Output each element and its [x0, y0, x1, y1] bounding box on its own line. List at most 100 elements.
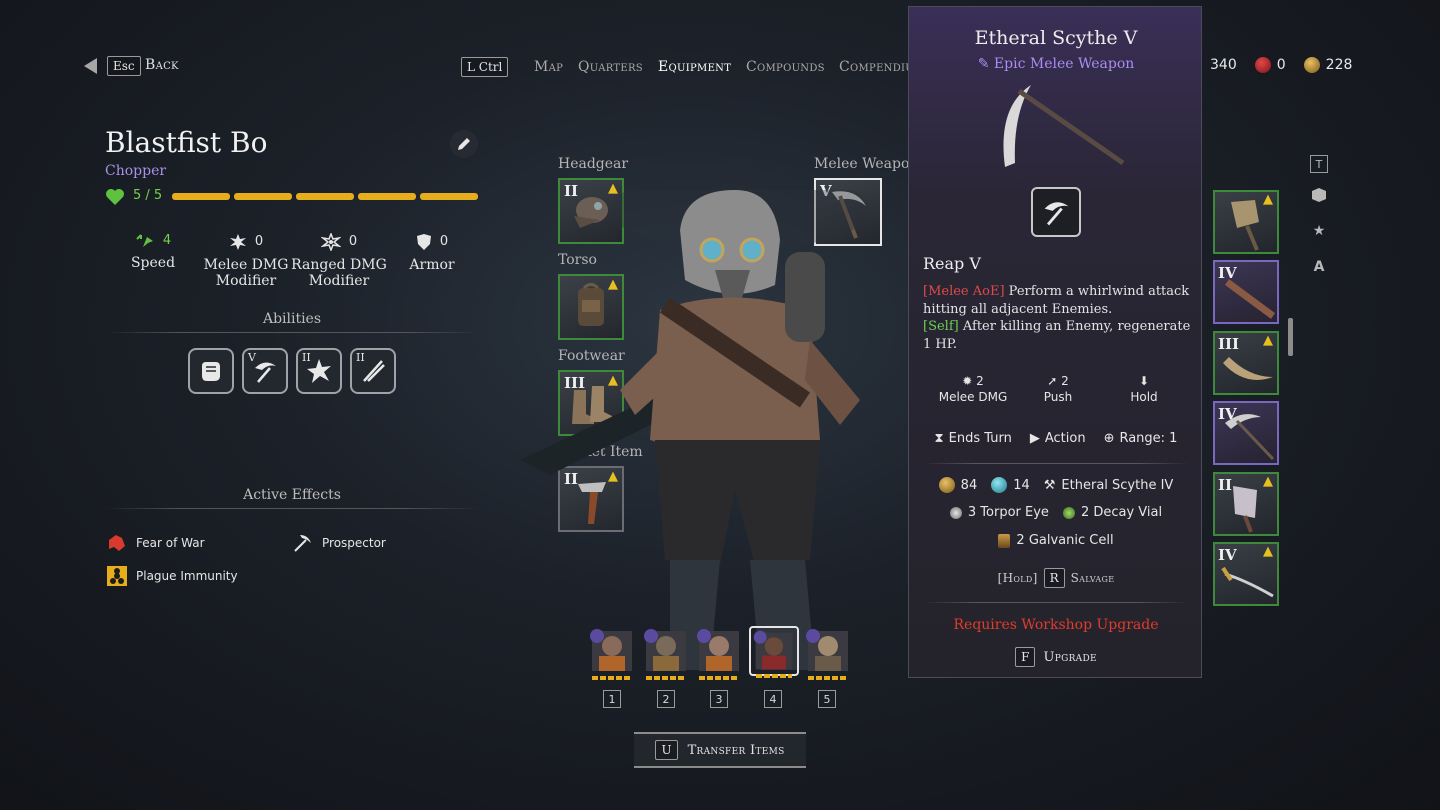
transfer-items-button[interactable]: U Transfer Items [634, 732, 806, 768]
flag-range: ⊕ Range: 1 [1104, 431, 1178, 446]
currency-bar: 340 0 228 [1210, 57, 1352, 73]
stat-speed: 4 Speed [105, 233, 201, 271]
item-title: Etheral Scythe V [974, 27, 1138, 49]
coin-value: 340 [1210, 57, 1237, 73]
upgrade-available-icon: ▲ [1263, 333, 1273, 348]
nav-quarters[interactable]: Quarters [578, 59, 643, 75]
salvage-hold-hint: [Hold] [997, 571, 1038, 585]
nav-equipment[interactable]: Equipment [658, 59, 731, 75]
stat-label: Speed [130, 255, 176, 271]
stat-label: Ranged DMG [291, 257, 387, 273]
party-key-5: 5 [818, 690, 836, 708]
effect-label: Fear of War [136, 536, 205, 550]
currency-coins: 340 [1210, 57, 1237, 73]
abilities-title: Abilities [262, 311, 322, 327]
divider [923, 463, 1189, 464]
ability-slot-3[interactable]: II [296, 348, 342, 394]
scrap-value: 228 [1325, 57, 1353, 73]
flag-label: Action [1044, 431, 1086, 446]
nav-map[interactable]: Map [534, 59, 563, 75]
ability-description: [Melee AoE] Perform a whirlwind attack h… [923, 283, 1191, 353]
divider [923, 602, 1189, 603]
push-icon: ➚ [1047, 374, 1062, 388]
party-key-1: 1 [603, 690, 621, 708]
galvanic-cell-icon [998, 533, 1011, 548]
tt-stat-value: 2 [1061, 374, 1069, 388]
ability-flags: ⧗ Ends Turn ▶ Action ⊕ Range: 1 [909, 431, 1203, 446]
inventory-item-1[interactable]: ▲ [1213, 190, 1279, 254]
upgrade-label: Upgrade [1043, 649, 1097, 665]
party-portrait [697, 629, 739, 671]
inventory-item-4[interactable]: IV [1213, 401, 1279, 465]
inventory-item-6[interactable]: IV ▲ [1213, 542, 1279, 606]
edit-name-button[interactable] [450, 130, 478, 158]
party-portrait [590, 629, 632, 671]
party-member-5[interactable] [803, 626, 853, 680]
tt-stat-label: Hold [1130, 390, 1158, 404]
party-portrait [753, 630, 793, 670]
upgrade-action[interactable]: F Upgrade [909, 647, 1203, 667]
party-portrait [644, 629, 686, 671]
melee-weapon-label: Melee Weapon [814, 156, 919, 172]
party-hp [592, 676, 632, 680]
effect-label: Prospector [322, 536, 386, 550]
star-filter-icon[interactable]: ★ [1310, 222, 1328, 240]
nav-compendium[interactable]: Compendiu [839, 59, 914, 75]
item-image-scythe [1003, 85, 1125, 167]
salvage-action[interactable]: [Hold] R Salvage [909, 568, 1203, 588]
inventory-item-5[interactable]: II ▲ [1213, 472, 1279, 536]
hp-segment [234, 193, 292, 200]
party-hp [808, 676, 848, 680]
stat-ranged-dmg: 0 Ranged DMG Modifier [291, 233, 387, 289]
scrap-icon [1303, 57, 1320, 73]
text-filter-icon[interactable]: T [1310, 155, 1328, 173]
material-scrap: 84 [938, 477, 978, 493]
inventory-item-3[interactable]: III ▲ [1213, 331, 1279, 395]
material-base-item: ⚒ Etheral Scythe IV [1044, 477, 1174, 493]
party-member-3[interactable] [694, 626, 744, 680]
inventory-item-2[interactable]: IV [1213, 260, 1279, 324]
stat-value: 4 [162, 233, 172, 248]
inv-tier: III [1218, 335, 1240, 353]
ranged-dmg-icon [320, 233, 341, 251]
stat-label: Melee DMG [203, 257, 289, 273]
ability-slot-1[interactable] [188, 348, 234, 394]
stat-armor: 0 Armor [384, 233, 480, 273]
box-icon [1312, 188, 1326, 202]
party-member-2[interactable] [641, 626, 691, 680]
sort-filter-icon[interactable]: A [1310, 258, 1328, 276]
character-name: Blastfist Bo [105, 126, 268, 159]
hp-segment [296, 193, 354, 200]
ability-name: Reap V [923, 254, 981, 273]
ability-slot-4[interactable]: II [350, 348, 396, 394]
item-rarity-text: Epic Melee Weapon [993, 56, 1135, 72]
material-galvanic-cell: 2 Galvanic Cell [998, 533, 1114, 548]
party-member-4-selected[interactable] [749, 626, 799, 678]
hourglass-icon: ⧗ [934, 431, 944, 446]
stat-melee-dmg: 0 Melee DMG Modifier [198, 233, 294, 289]
box-filter-icon[interactable] [1310, 186, 1328, 204]
back-button[interactable]: Back [145, 57, 179, 73]
upgrade-available-icon: ▲ [1263, 544, 1273, 559]
item-rarity: ✎ Epic Melee Weapon [909, 56, 1203, 72]
inv-tier: IV [1218, 405, 1237, 423]
decay-vial-icon [1062, 506, 1075, 519]
tt-stat-label: Melee DMG [938, 390, 1008, 404]
armor-icon [416, 234, 431, 250]
material-crystal: 14 [991, 477, 1030, 493]
party-member-1[interactable] [587, 626, 637, 680]
effect-label: Plague Immunity [136, 569, 238, 583]
nav-compounds[interactable]: Compounds [746, 59, 825, 75]
party-hp [646, 676, 686, 680]
esc-key-hint: Esc [107, 56, 141, 76]
material-value: 84 [960, 477, 978, 493]
flag-ends-turn: ⧗ Ends Turn [935, 431, 1012, 446]
inventory-scrollbar[interactable] [1288, 318, 1293, 356]
item-tooltip: Etheral Scythe V ✎ Epic Melee Weapon Rea… [908, 6, 1202, 678]
pencil-icon [458, 138, 470, 150]
back-arrow-icon[interactable] [84, 58, 97, 74]
ability-slot-2[interactable]: V [242, 348, 288, 394]
material-torpor-eye: 3 Torpor Eye [949, 505, 1049, 520]
stat-label-2: Modifier [215, 273, 277, 289]
hp-segment [420, 193, 478, 200]
